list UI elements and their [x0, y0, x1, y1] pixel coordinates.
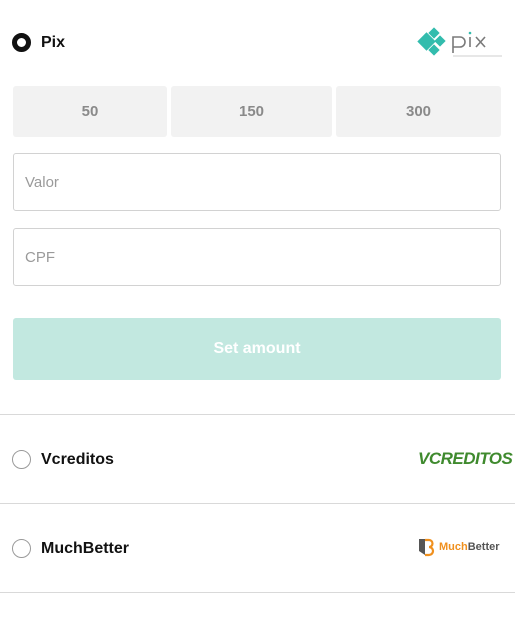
amount-input[interactable] — [13, 153, 501, 211]
muchbetter-logo-text-a: Much — [439, 541, 468, 553]
muchbetter-radio[interactable] — [12, 539, 31, 558]
amount-preset-150[interactable]: 150 — [171, 86, 332, 137]
amount-preset-300[interactable]: 300 — [336, 86, 501, 137]
divider — [0, 414, 515, 415]
cpf-input[interactable] — [13, 228, 501, 286]
vcreditos-radio[interactable] — [12, 450, 31, 469]
vcreditos-logo-icon: VCREDITOS — [418, 449, 513, 468]
pix-label: Pix — [41, 34, 66, 51]
muchbetter-logo-text-b: Better — [467, 541, 500, 553]
muchbetter-label: MuchBetter — [41, 540, 130, 557]
divider — [0, 592, 515, 593]
pix-radio[interactable] — [12, 33, 31, 52]
set-amount-button[interactable]: Set amount — [13, 318, 501, 380]
divider — [0, 503, 515, 504]
muchbetter-logo-icon: MuchBetter — [416, 537, 500, 557]
pix-logo-icon — [416, 25, 504, 61]
vcreditos-label: Vcreditos — [41, 451, 114, 468]
amount-preset-50[interactable]: 50 — [13, 86, 167, 137]
